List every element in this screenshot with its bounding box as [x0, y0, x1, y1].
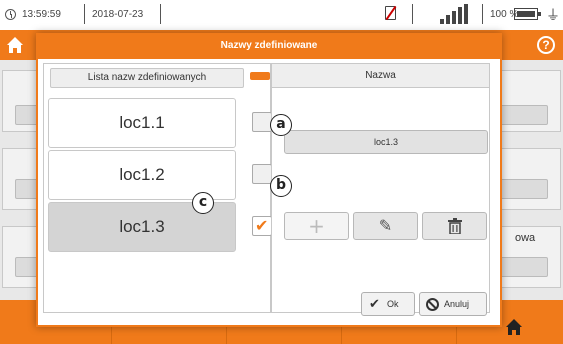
footer-home-icon[interactable]	[505, 318, 523, 336]
home-icon[interactable]	[6, 36, 24, 54]
no-sim-icon	[385, 6, 396, 20]
name-edit-panel: Nazwa loc1.3 + ✎	[271, 63, 490, 313]
background-field	[498, 179, 548, 199]
ok-button[interactable]: ✔ Ok	[361, 292, 415, 316]
list-toggle-tab[interactable]	[250, 72, 270, 80]
ok-label: Ok	[387, 299, 399, 309]
callout-c: c	[192, 192, 214, 214]
battery-icon	[514, 8, 541, 20]
predefined-names-dialog: Nazwy zdefiniowane Lista nazw zdefiniowa…	[36, 33, 502, 327]
edit-icon: ✎	[378, 216, 393, 235]
delete-icon	[447, 218, 462, 235]
status-separator	[160, 4, 161, 24]
item-checkbox[interactable]	[252, 164, 272, 184]
names-list-panel: Lista nazw zdefiniowanych loc1.1 loc1.2 …	[43, 63, 272, 313]
status-bar: 13:59:59 2018-07-23 100 % ⏚	[0, 0, 563, 30]
status-time: 13:59:59	[22, 9, 61, 20]
cancel-button[interactable]: Anuluj	[419, 292, 487, 316]
add-icon: +	[308, 214, 325, 238]
status-date: 2018-07-23	[92, 9, 144, 20]
status-separator	[482, 4, 483, 24]
name-field[interactable]: loc1.3	[284, 130, 488, 154]
plug-icon: ⏚	[546, 7, 560, 23]
name-header: Nazwa	[272, 64, 489, 88]
names-list-header: Lista nazw zdefiniowanych	[50, 68, 244, 88]
delete-button[interactable]	[422, 212, 487, 240]
edit-button[interactable]: ✎	[353, 212, 418, 240]
check-icon: ✔	[369, 297, 380, 312]
item-checkbox-checked[interactable]	[252, 216, 272, 236]
dialog-title: Nazwy zdefiniowane	[38, 35, 500, 59]
cancel-label: Anuluj	[444, 299, 470, 309]
add-button[interactable]: +	[284, 212, 349, 240]
background-field	[498, 105, 548, 125]
status-separator	[84, 4, 85, 24]
item-checkbox[interactable]	[252, 112, 272, 132]
clock-icon	[5, 9, 16, 20]
callout-b: b	[270, 175, 292, 197]
background-field	[498, 257, 548, 277]
signal-icon	[440, 4, 470, 24]
help-icon[interactable]: ?	[537, 36, 555, 54]
status-separator	[412, 4, 413, 24]
background-label: owa	[515, 232, 536, 244]
cancel-icon	[426, 298, 439, 311]
list-item[interactable]: loc1.1	[48, 98, 236, 148]
callout-a: a	[270, 114, 292, 136]
